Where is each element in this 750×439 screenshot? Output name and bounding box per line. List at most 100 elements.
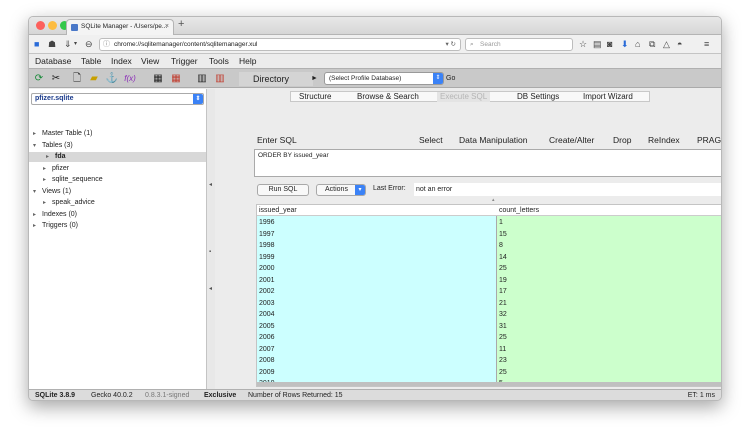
collapse-left-icon[interactable]: ◂	[209, 285, 212, 292]
tab-execute-sql[interactable]: Execute SQL	[437, 92, 491, 102]
expand-arrow-icon[interactable]: ▸	[33, 130, 42, 139]
database-connect-icon[interactable]: ⚓	[105, 72, 119, 86]
minimize-window-button[interactable]	[48, 21, 57, 30]
directory-arrow-icon[interactable]: ►	[311, 72, 318, 86]
tree-item-master-table[interactable]: ▸ Master Table (1)	[33, 129, 92, 139]
refresh-icon[interactable]: ⟳	[32, 72, 46, 86]
cell-count-letters[interactable]: 15	[499, 229, 507, 241]
expand-arrow-icon[interactable]: ▸	[43, 165, 52, 174]
mask-icon[interactable]: ◓	[677, 38, 682, 50]
menu-trigger[interactable]: Trigger	[171, 55, 198, 68]
site-info-icon[interactable]: ⓘ	[103, 39, 110, 50]
cell-issued-year[interactable]: 2003	[259, 298, 275, 310]
column-header-issued-year[interactable]: issued_year	[259, 205, 297, 216]
tab-structure[interactable]: Structure	[299, 92, 331, 102]
new-tab-button[interactable]: +	[178, 18, 184, 30]
downloads-icon[interactable]: ⬇	[621, 38, 629, 50]
menu-help[interactable]: Help	[239, 55, 256, 68]
actions-dropdown[interactable]: Actions ▾	[316, 184, 366, 196]
grid-horizontal-scrollbar[interactable]	[257, 382, 721, 386]
collapse-arrow-icon[interactable]: ▾	[33, 142, 42, 151]
home-icon[interactable]: ⌂	[635, 38, 640, 50]
cell-issued-year[interactable]: 2000	[259, 263, 275, 275]
cell-issued-year[interactable]: 1996	[259, 217, 275, 229]
tree-item-indexes[interactable]: ▸ Indexes (0)	[33, 210, 77, 220]
tab-import-wizard[interactable]: Import Wizard	[583, 92, 633, 102]
cell-count-letters[interactable]: 25	[499, 332, 507, 344]
expand-arrow-icon[interactable]: ▸	[43, 176, 52, 185]
cell-issued-year[interactable]: 1998	[259, 240, 275, 252]
cell-issued-year[interactable]: 2009	[259, 367, 275, 379]
tree-item-pfizer[interactable]: ▸ pfizer	[43, 164, 69, 174]
directory-button[interactable]: Directory	[239, 72, 313, 86]
drop-index-icon[interactable]: ▥	[213, 72, 227, 86]
cell-issued-year[interactable]: 2007	[259, 344, 275, 356]
menu-database[interactable]: Database	[35, 55, 71, 68]
cell-count-letters[interactable]: 19	[499, 275, 507, 287]
cell-count-letters[interactable]: 23	[499, 355, 507, 367]
browser-tab[interactable]: SQLite Manager - /Users/pe... ×	[66, 19, 174, 35]
reading-list-icon[interactable]: ▤	[593, 38, 602, 50]
back-icon[interactable]: ⊖	[85, 38, 93, 50]
grid-splitter-icon[interactable]: ▴	[492, 197, 495, 203]
scissors-icon[interactable]: ✂	[49, 72, 63, 86]
sync-icon[interactable]: ⧉	[649, 38, 655, 50]
function-icon[interactable]: f(x)	[123, 72, 137, 86]
pocket-save-icon[interactable]: ◙	[607, 38, 612, 50]
tab-db-settings[interactable]: DB Settings	[517, 92, 559, 102]
cell-issued-year[interactable]: 2002	[259, 286, 275, 298]
tree-item-tables[interactable]: ▾ Tables (3)	[33, 141, 73, 151]
create-table-icon[interactable]: ▦	[151, 72, 165, 86]
warning-icon[interactable]: △	[663, 38, 670, 50]
cell-count-letters[interactable]: 11	[499, 344, 506, 356]
expand-arrow-icon[interactable]: ▸	[33, 211, 42, 220]
sql-select-button[interactable]: Select	[419, 135, 443, 145]
new-file-icon[interactable]: 🗋	[70, 72, 84, 86]
cell-issued-year[interactable]: 2001	[259, 275, 275, 287]
sql-data-manipulation-button[interactable]: Data Manipulation	[459, 135, 528, 145]
splitter-grip-icon[interactable]: ▪	[209, 249, 211, 255]
cell-issued-year[interactable]: 2005	[259, 321, 275, 333]
cell-issued-year[interactable]: 1997	[259, 229, 275, 241]
cell-issued-year[interactable]: 1999	[259, 252, 275, 264]
reload-icon[interactable]: ▾ ↻	[445, 39, 456, 50]
cell-count-letters[interactable]: 21	[499, 298, 507, 310]
open-folder-icon[interactable]: ▰	[87, 72, 101, 86]
go-button[interactable]: Go	[446, 72, 455, 85]
tree-item-triggers[interactable]: ▸ Triggers (0)	[33, 221, 78, 231]
collapse-arrow-icon[interactable]: ▾	[33, 188, 42, 197]
tab-browse-search[interactable]: Browse & Search	[357, 92, 419, 102]
tree-item-sqlite-sequence[interactable]: ▸ sqlite_sequence	[43, 175, 103, 185]
cell-count-letters[interactable]: 31	[499, 321, 507, 333]
close-window-button[interactable]	[36, 21, 45, 30]
sql-drop-button[interactable]: Drop	[613, 135, 631, 145]
cell-count-letters[interactable]: 32	[499, 309, 507, 321]
cell-count-letters[interactable]: 8	[499, 240, 503, 252]
cell-issued-year[interactable]: 2004	[259, 309, 275, 321]
expand-arrow-icon[interactable]: ▸	[46, 153, 55, 162]
run-sql-button[interactable]: Run SQL	[257, 184, 309, 196]
panel-splitter[interactable]: ◂ ▪ ◂	[207, 89, 215, 389]
sql-query-input[interactable]: ORDER BY issued_year	[254, 149, 721, 177]
cell-count-letters[interactable]: 1	[499, 217, 503, 229]
drop-table-icon[interactable]: ▦	[169, 72, 183, 86]
chevron-down-icon[interactable]: ▾	[74, 38, 77, 50]
bookmark-star-icon[interactable]: ☆	[579, 38, 587, 50]
cell-count-letters[interactable]: 14	[499, 252, 507, 264]
menu-tools[interactable]: Tools	[209, 55, 229, 68]
create-index-icon[interactable]: ▥	[195, 72, 209, 86]
sql-create-alter-button[interactable]: Create/Alter	[549, 135, 594, 145]
expand-arrow-icon[interactable]: ▸	[33, 222, 42, 231]
cell-count-letters[interactable]: 25	[499, 263, 507, 275]
expand-arrow-icon[interactable]: ▸	[43, 199, 52, 208]
sql-pragma-button[interactable]: PRAGMA	[697, 135, 721, 145]
tree-item-fda[interactable]: ▸ fda	[29, 152, 206, 162]
cell-count-letters[interactable]: 25	[499, 367, 507, 379]
hamburger-menu-icon[interactable]: ≡	[704, 38, 709, 50]
menu-index[interactable]: Index	[111, 55, 132, 68]
download-menu-icon[interactable]: ⇓	[64, 38, 72, 50]
cell-count-letters[interactable]: 17	[499, 286, 507, 298]
pocket-icon[interactable]: ☗	[48, 38, 56, 50]
tab-close-icon[interactable]: ×	[165, 20, 169, 34]
sql-reindex-button[interactable]: ReIndex	[648, 135, 680, 145]
